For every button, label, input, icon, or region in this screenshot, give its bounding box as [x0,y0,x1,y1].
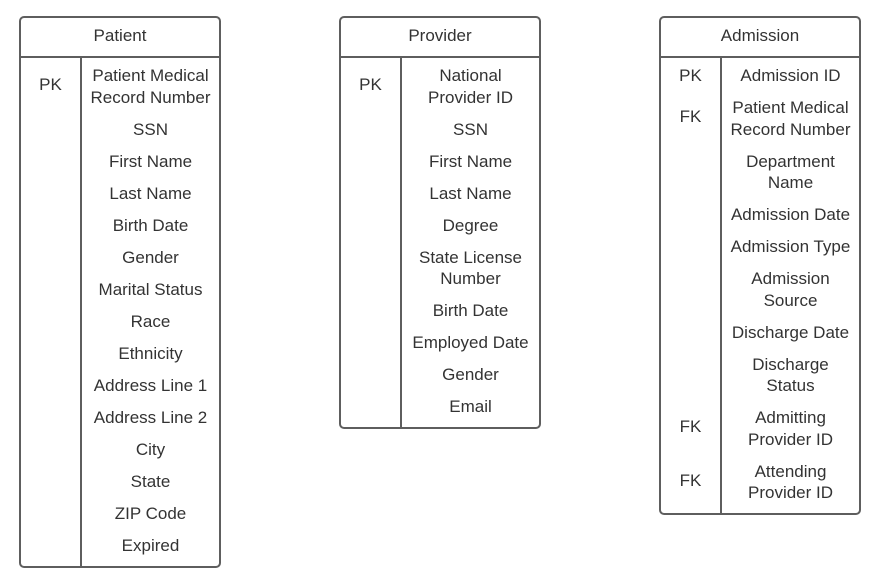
attribute-row[interactable]: PK National Provider ID [359,60,539,114]
attribute-row[interactable]: Email [402,391,539,423]
attribute-row[interactable]: Race [82,306,219,338]
attribute-name: First Name [108,151,193,171]
key-label: FK [679,470,702,490]
attribute-name: First Name [428,151,513,171]
attribute-name: Ethnicity [118,343,183,363]
attribute-row[interactable]: First Name [402,146,539,178]
key-label: PK [359,75,382,94]
attribute-row[interactable]: Discharge Date [722,317,859,349]
attribute-row[interactable]: Last Name [402,178,539,210]
attribute-name: Birth Date [432,301,509,320]
attribute-name: Attending Provider ID [747,461,834,503]
attribute-name: National Provider ID [427,66,514,107]
attribute-row[interactable]: Gender [82,242,219,274]
entity-title: Patient [21,18,219,58]
attribute-row[interactable]: PK Admission ID [679,60,859,92]
key-column [21,58,82,566]
attribute-name: ZIP Code [114,503,187,523]
attribute-row[interactable]: Admission Type [722,231,859,263]
attribute-name: Last Name [429,183,512,203]
attribute-name: Address Line 2 [93,407,208,427]
attribute-name: Employed Date [412,333,529,352]
attribute-name: SSN [133,119,168,139]
attribute-row[interactable]: FK Patient Medical Record Number [680,92,859,146]
attribute-row[interactable]: FK Attending Provider ID [680,456,859,510]
attribute-name: Discharge Date [731,322,850,342]
attribute-row[interactable]: Ethnicity [82,338,219,370]
attribute-row[interactable]: Admission Source [722,263,859,317]
attribute-row[interactable]: First Name [82,146,219,178]
key-label: FK [679,107,702,126]
attribute-row[interactable]: Address Line 1 [82,370,219,402]
attribute-name: SSN [453,119,488,139]
entity-title: Admission [661,18,859,58]
entity-patient[interactable]: Patient PK Patient Medical Record Number S… [19,16,221,568]
attribute-row[interactable]: City [82,434,219,466]
attribute-row[interactable]: PK Patient Medical Record Number [39,60,219,114]
attribute-name: State License Number [418,247,522,289]
attribute-name: Marital Status [98,279,203,299]
attribute-name: Degree [442,215,499,235]
attribute-name: Gender [442,365,499,384]
attribute-name: Birth Date [112,215,189,235]
key-label: PK [679,66,702,85]
entity-provider[interactable]: Provider PK National Provider ID SSN First … [339,16,541,429]
attribute-name: Admitting Provider ID [747,408,834,449]
attribute-row[interactable]: ZIP Code [82,498,219,530]
attribute-column: PK National Provider ID SSN First Name Last … [359,58,539,427]
attribute-name: Admission ID [740,66,841,85]
attribute-column: PK Admission ID FK Patient Medical Record N… [679,58,859,513]
attribute-row[interactable]: Address Line 2 [82,402,219,434]
attribute-name: Patient Medical Record Number [90,66,211,107]
key-column [341,58,402,427]
attribute-name: Race [130,311,171,331]
attribute-name: Department Name [746,151,835,193]
attribute-row[interactable]: SSN [402,114,539,146]
attribute-row[interactable]: Expired [82,530,219,562]
attribute-name: Discharge Status [752,354,829,396]
attribute-row[interactable]: Marital Status [82,274,219,306]
attribute-row[interactable]: Admission Date [722,199,859,231]
key-label: FK [679,417,702,436]
entity-admission[interactable]: Admission PK Admission ID FK Patient Medica… [659,16,861,515]
attribute-row[interactable]: Discharge Status [722,349,859,403]
attribute-row[interactable]: State [82,466,219,498]
attribute-name: Admission Date [730,205,851,224]
attribute-name: Expired [121,535,180,555]
attribute-name: Address Line 1 [93,375,208,395]
entity-body: PK Admission ID FK Patient Medical Record N… [661,58,859,513]
attribute-row[interactable]: SSN [82,114,219,146]
attribute-name: Email [449,397,492,416]
attribute-name: City [135,439,166,459]
attribute-row[interactable]: Degree [402,210,539,242]
attribute-name: Admission Type [730,237,851,256]
entity-body: PK National Provider ID SSN First Name Last … [341,58,539,427]
attribute-row[interactable]: Birth Date [82,210,219,242]
attribute-name: Admission Source [751,269,830,310]
attribute-row[interactable]: FK Admitting Provider ID [680,402,859,456]
attribute-row[interactable]: Department Name [722,146,859,200]
attribute-row[interactable]: Gender [402,359,539,391]
attribute-column: PK Patient Medical Record Number SSN First … [39,58,219,566]
entity-body: PK Patient Medical Record Number SSN First … [21,58,219,566]
key-label: PK [39,75,62,94]
attribute-name: State [130,471,171,491]
attribute-row[interactable]: State License Number [402,242,539,296]
attribute-name: Gender [122,247,179,267]
attribute-name: Patient Medical Record Number [730,98,851,139]
attribute-row[interactable]: Birth Date [402,295,539,327]
attribute-row[interactable]: Last Name [82,178,219,210]
attribute-row[interactable]: Employed Date [402,327,539,359]
attribute-name: Last Name [109,183,192,203]
entity-title: Provider [341,18,539,58]
